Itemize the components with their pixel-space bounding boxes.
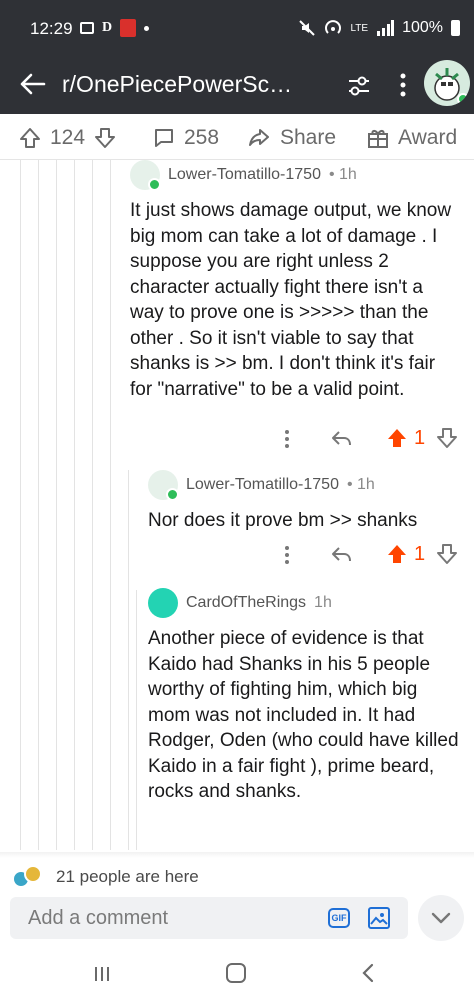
app-notification-icon (120, 19, 137, 37)
award-label: Award (398, 126, 458, 149)
comment-timestamp: • 1h (346, 476, 375, 493)
comment: CardOfTheRings 1h Another piece of evide… (148, 588, 464, 805)
downvote-arrow-icon[interactable] (436, 543, 458, 565)
user-avatar[interactable] (424, 60, 470, 106)
comment-time-value: 1h (339, 166, 357, 183)
comment-bubble-icon (155, 129, 173, 147)
overflow-menu-icon[interactable] (398, 71, 408, 99)
post-score: 124 (50, 126, 86, 149)
signal-icon (377, 20, 395, 36)
notification-icons: D (80, 19, 150, 37)
system-status-icons: LTE 100% (298, 19, 460, 37)
comment-body: Nor does it prove bm >> shanks (148, 510, 418, 531)
presence-avatar (24, 865, 42, 883)
mute-icon (299, 20, 316, 36)
presence-indicator: 21 people are here (10, 864, 199, 890)
back-arrow-icon[interactable] (18, 70, 46, 98)
commenter-avatar[interactable] (148, 470, 179, 501)
comment-body: It just shows damage output, we know big… (130, 200, 452, 400)
share-button[interactable]: Share (248, 126, 336, 150)
subreddit-title[interactable]: r/OnePiecePowerSc… (62, 71, 292, 98)
image-upload-icon[interactable] (368, 907, 390, 929)
sort-options-icon[interactable] (346, 73, 372, 99)
reply-icon[interactable] (330, 429, 352, 449)
share-label: Share (280, 126, 337, 149)
comment-header: Lower-Tomatillo-1750 • 1h (130, 160, 460, 191)
app-header: r/OnePiecePowerSc… (0, 56, 474, 114)
vote-group: 124 (18, 126, 117, 150)
composer-divider (0, 852, 474, 858)
thread-rail[interactable] (74, 160, 75, 850)
gallery-notification-icon (80, 22, 94, 34)
comment-placeholder: Add a comment (28, 907, 169, 929)
comments-button[interactable]: 258 (152, 126, 219, 150)
thread-rail[interactable] (92, 160, 93, 850)
chevron-down-icon (431, 912, 451, 924)
hotspot-icon (325, 20, 342, 34)
comment-actions: 1 (0, 540, 474, 570)
presence-text: 21 people are here (56, 867, 199, 886)
upvote-arrow-icon[interactable] (18, 126, 42, 150)
comment-score: 1 (414, 543, 426, 565)
comment-timestamp: 1h (314, 594, 332, 611)
system-nav-bar (0, 950, 474, 1000)
comment: Lower-Tomatillo-1750 • 1h Nor does it pr… (148, 470, 464, 534)
comment-body: Another piece of evidence is that Kaido … (148, 628, 459, 802)
gif-button[interactable]: GIF (328, 908, 350, 928)
thread-rail[interactable] (38, 160, 39, 850)
reply-icon[interactable] (330, 545, 352, 565)
comment-username[interactable]: Lower-Tomatillo-1750 (168, 166, 321, 184)
thread-rail[interactable] (136, 590, 137, 850)
network-type: LTE (350, 22, 369, 34)
add-comment-input[interactable]: Add a comment GIF (10, 897, 408, 939)
comment-more-icon[interactable] (284, 429, 290, 449)
award-button[interactable]: Award (366, 126, 457, 150)
downvote-arrow-icon[interactable] (436, 427, 458, 449)
comment-timestamp: • 1h (328, 166, 357, 183)
recent-apps-icon[interactable] (92, 964, 112, 984)
comment-more-icon[interactable] (284, 545, 290, 565)
battery-percent: 100% (402, 19, 443, 36)
post-action-bar: 124 258 Share Award (0, 114, 474, 160)
comment-header: Lower-Tomatillo-1750 • 1h (148, 470, 464, 501)
comment: Lower-Tomatillo-1750 • 1h It just shows … (130, 160, 460, 402)
thread-rail[interactable] (20, 160, 21, 850)
comment-username[interactable]: CardOfTheRings (186, 594, 306, 612)
status-time: 12:29 (30, 19, 73, 38)
comment-header: CardOfTheRings 1h (148, 588, 464, 618)
award-gift-icon (368, 130, 388, 148)
home-icon[interactable] (226, 963, 246, 983)
thread-rail[interactable] (56, 160, 57, 850)
comment-time-value: 1h (357, 476, 375, 493)
upvote-arrow-icon[interactable] (386, 427, 408, 449)
nav-back-icon[interactable] (358, 962, 378, 984)
snoo-avatar-icon (434, 68, 469, 105)
downvote-arrow-icon[interactable] (93, 126, 117, 150)
more-notifications-dot-icon (144, 25, 150, 31)
comment-count: 258 (184, 126, 220, 149)
expand-composer-button[interactable] (418, 895, 464, 941)
status-bar: 12:29 D LTE 100% (0, 0, 474, 56)
comment-username[interactable]: Lower-Tomatillo-1750 (186, 476, 339, 494)
thread-rail[interactable] (110, 160, 111, 850)
comment-score: 1 (414, 427, 426, 449)
battery-icon (451, 20, 460, 36)
upvote-arrow-icon[interactable] (386, 543, 408, 565)
carrier-mark: D (102, 20, 113, 35)
image-icon (370, 913, 388, 925)
commenter-avatar[interactable] (130, 160, 161, 191)
comment-actions: 1 (0, 424, 474, 454)
thread-rail[interactable] (128, 470, 129, 850)
share-icon (249, 129, 269, 146)
presence-avatars (10, 864, 46, 890)
commenter-avatar[interactable] (148, 588, 178, 618)
